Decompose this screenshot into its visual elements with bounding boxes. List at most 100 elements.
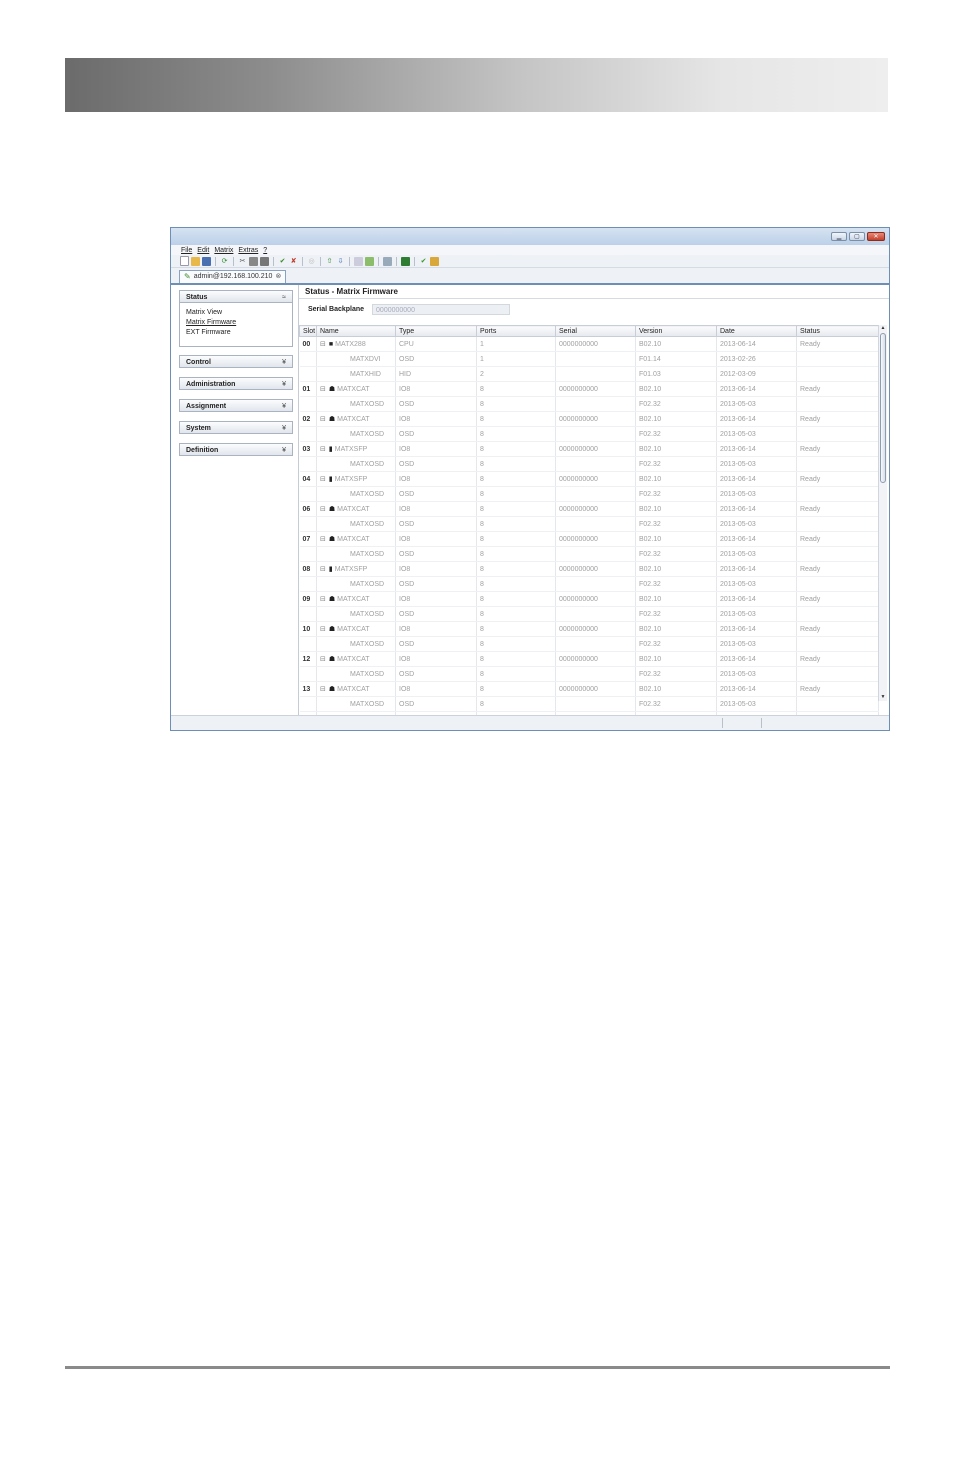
open-folder-icon[interactable]	[191, 256, 200, 266]
menu-matrix[interactable]: Matrix	[214, 247, 233, 254]
menu-file[interactable]: File	[181, 247, 192, 254]
paste-icon[interactable]	[260, 256, 269, 266]
column-header-ports[interactable]: Ports	[476, 325, 556, 337]
save-icon[interactable]	[202, 256, 211, 266]
sidebar-section-status[interactable]: Status ≈	[179, 290, 293, 303]
column-header-name[interactable]: Name	[316, 325, 396, 337]
cell-type: IO8	[395, 561, 477, 577]
new-file-icon[interactable]	[180, 256, 189, 266]
table-row[interactable]: 01 ⊟ ☗ MATXCAT IO8 8 0000000000 B02.10 2013-06-1…	[299, 381, 879, 397]
cell-type: OSD	[395, 456, 477, 472]
table-row[interactable]: MATXDVI OSD 1 F01.14 2013-02-26	[299, 351, 879, 367]
sidebar-item-matrix-view[interactable]: Matrix View	[186, 308, 286, 318]
table-row[interactable]: MATXOSDOSD8 F02.322013-05-03	[299, 486, 879, 502]
print-icon[interactable]	[383, 256, 392, 266]
table-row[interactable]: 07 ⊟ ☗ MATXCAT IO8 8 0000000000 B02.10 2013-06-1…	[299, 531, 879, 547]
sidebar-section-definition[interactable]: Definition ¥	[179, 443, 293, 456]
menu-help[interactable]: ?	[263, 247, 267, 254]
module-icon: ☗	[328, 596, 336, 603]
column-header-slot[interactable]: Slot	[299, 325, 317, 337]
monitor-icon[interactable]	[401, 256, 410, 266]
sidebar-section-control[interactable]: Control ¥	[179, 355, 293, 368]
sidebar-section-system[interactable]: System ¥	[179, 421, 293, 434]
cell-ports: 8	[476, 696, 556, 712]
table-row[interactable]: MATXOSDOSD8 F02.322013-05-03	[299, 636, 879, 652]
table-row[interactable]: 10 ⊟ ☗ MATXCAT IO8 8 0000000000 B02.10 2013-06-1…	[299, 621, 879, 637]
collapse-icon[interactable]: ⊟	[320, 415, 326, 423]
scroll-up-icon[interactable]: ▲	[879, 325, 887, 332]
document-green-icon[interactable]	[365, 256, 374, 266]
document-icon[interactable]	[354, 256, 363, 266]
column-header-date[interactable]: Date	[716, 325, 797, 337]
tab-close-icon[interactable]: ⊗	[275, 271, 281, 283]
minimize-button[interactable]: ▁	[831, 232, 847, 241]
maximize-button[interactable]: ▢	[849, 232, 865, 241]
scrollbar-thumb[interactable]	[880, 333, 886, 483]
table-row[interactable]: MATXOSDOSD8 F02.322013-05-03	[299, 426, 879, 442]
scroll-down-icon[interactable]: ▼	[879, 694, 887, 701]
disconnect-icon[interactable]: ✘	[289, 257, 298, 266]
module-name: MATXCAT	[337, 686, 370, 693]
connect-icon[interactable]: ✔	[278, 257, 287, 266]
collapse-icon[interactable]: ⊟	[320, 625, 326, 633]
collapse-icon[interactable]: ⊟	[320, 535, 326, 543]
collapse-icon[interactable]: ⊟	[320, 445, 326, 453]
table-row[interactable]: 08 ⊟ ▮ MATXSFP IO8 8 0000000000 B02.10 2013-06-1…	[299, 561, 879, 577]
cut-icon[interactable]: ✂	[238, 257, 247, 266]
cell-type: IO8	[395, 441, 477, 457]
table-row[interactable]: 12 ⊟ ☗ MATXCAT IO8 8 0000000000 B02.10 2013-06-1…	[299, 651, 879, 667]
collapse-icon[interactable]: ⊟	[320, 505, 326, 513]
copy-icon[interactable]	[249, 256, 258, 266]
table-row[interactable]: 06 ⊟ ☗ MATXCAT IO8 8 0000000000 B02.10 2013-06-1…	[299, 501, 879, 517]
table-row[interactable]: MATXOSDOSD8 F02.322013-05-03	[299, 396, 879, 412]
tools-icon[interactable]	[430, 256, 439, 266]
cell-serial: 0000000000	[555, 591, 636, 607]
table-row[interactable]: MATXOSDOSD8 F02.322013-05-03	[299, 456, 879, 472]
column-header-version[interactable]: Version	[635, 325, 717, 337]
table-row[interactable]: 03 ⊟ ▮ MATXSFP IO8 8 0000000000 B02.10 2013-06-1…	[299, 441, 879, 457]
menu-edit[interactable]: Edit	[197, 247, 209, 254]
table-row[interactable]: MATXOSDOSD8 F02.322013-05-03	[299, 546, 879, 562]
table-row[interactable]: MATXHID HID 2 F01.03 2012-03-09	[299, 366, 879, 382]
column-header-type[interactable]: Type	[395, 325, 477, 337]
column-header-status[interactable]: Status	[796, 325, 879, 337]
collapse-icon[interactable]: ⊟	[320, 655, 326, 663]
collapse-icon[interactable]: ⊟	[320, 385, 326, 393]
vertical-scrollbar[interactable]: ▲ ▼	[878, 325, 887, 701]
column-header-serial[interactable]: Serial	[555, 325, 636, 337]
table-row[interactable]: 00 ⊟ ■ MATX288 CPU 1 0000000000 B02.10 2013-06-1…	[299, 336, 879, 352]
collapse-icon[interactable]: ⊟	[320, 565, 326, 573]
table-row[interactable]: MATXOSDOSD8 F02.322013-05-03	[299, 666, 879, 682]
cell-name: MATXOSD	[316, 636, 396, 652]
collapse-icon[interactable]: ⊟	[320, 475, 326, 483]
cell-slot	[299, 456, 317, 472]
table-row[interactable]: MATXOSDOSD8 F02.322013-05-03	[299, 696, 879, 712]
table-row[interactable]: MATXOSDOSD8 F02.322013-05-03	[299, 606, 879, 622]
tab-connection[interactable]: ✎ admin@192.168.100.210 ⊗	[179, 270, 287, 283]
sidebar-section-assignment[interactable]: Assignment ¥	[179, 399, 293, 412]
table-row[interactable]: 04 ⊟ ▮ MATXSFP IO8 8 0000000000 B02.10 2013-06-1…	[299, 471, 879, 487]
sidebar-section-administration[interactable]: Administration ¥	[179, 377, 293, 390]
cell-date: 2013-05-03	[716, 636, 797, 652]
upload-icon[interactable]: ⇧	[325, 257, 334, 266]
cell-slot: 02	[299, 411, 317, 427]
sidebar-item-ext-firmware[interactable]: EXT Firmware	[186, 328, 286, 338]
collapse-icon[interactable]: ⊟	[320, 595, 326, 603]
table-row[interactable]: 13 ⊟ ☗ MATXCAT IO8 8 0000000000 B02.10 2013-06-1…	[299, 681, 879, 697]
refresh-icon[interactable]: ⟳	[220, 257, 229, 266]
window-titlebar[interactable]: ▁ ▢ ✕	[171, 228, 889, 245]
cell-date: 2013-05-03	[716, 456, 797, 472]
sidebar-item-matrix-firmware[interactable]: Matrix Firmware	[186, 318, 286, 328]
table-row[interactable]: 02 ⊟ ☗ MATXCAT IO8 8 0000000000 B02.10 2013-06-1…	[299, 411, 879, 427]
collapse-icon[interactable]: ⊟	[320, 340, 326, 348]
cell-ports: 8	[476, 546, 556, 562]
cell-type: IO8	[395, 621, 477, 637]
download-icon[interactable]: ⇩	[336, 257, 345, 266]
menu-extras[interactable]: Extras	[238, 247, 258, 254]
table-row[interactable]: 09 ⊟ ☗ MATXCAT IO8 8 0000000000 B02.10 2013-06-1…	[299, 591, 879, 607]
table-row[interactable]: MATXOSDOSD8 F02.322013-05-03	[299, 576, 879, 592]
close-button[interactable]: ✕	[867, 232, 885, 241]
collapse-icon[interactable]: ⊟	[320, 685, 326, 693]
table-row[interactable]: MATXOSDOSD8 F02.322013-05-03	[299, 516, 879, 532]
check-icon[interactable]: ✔	[419, 257, 428, 266]
